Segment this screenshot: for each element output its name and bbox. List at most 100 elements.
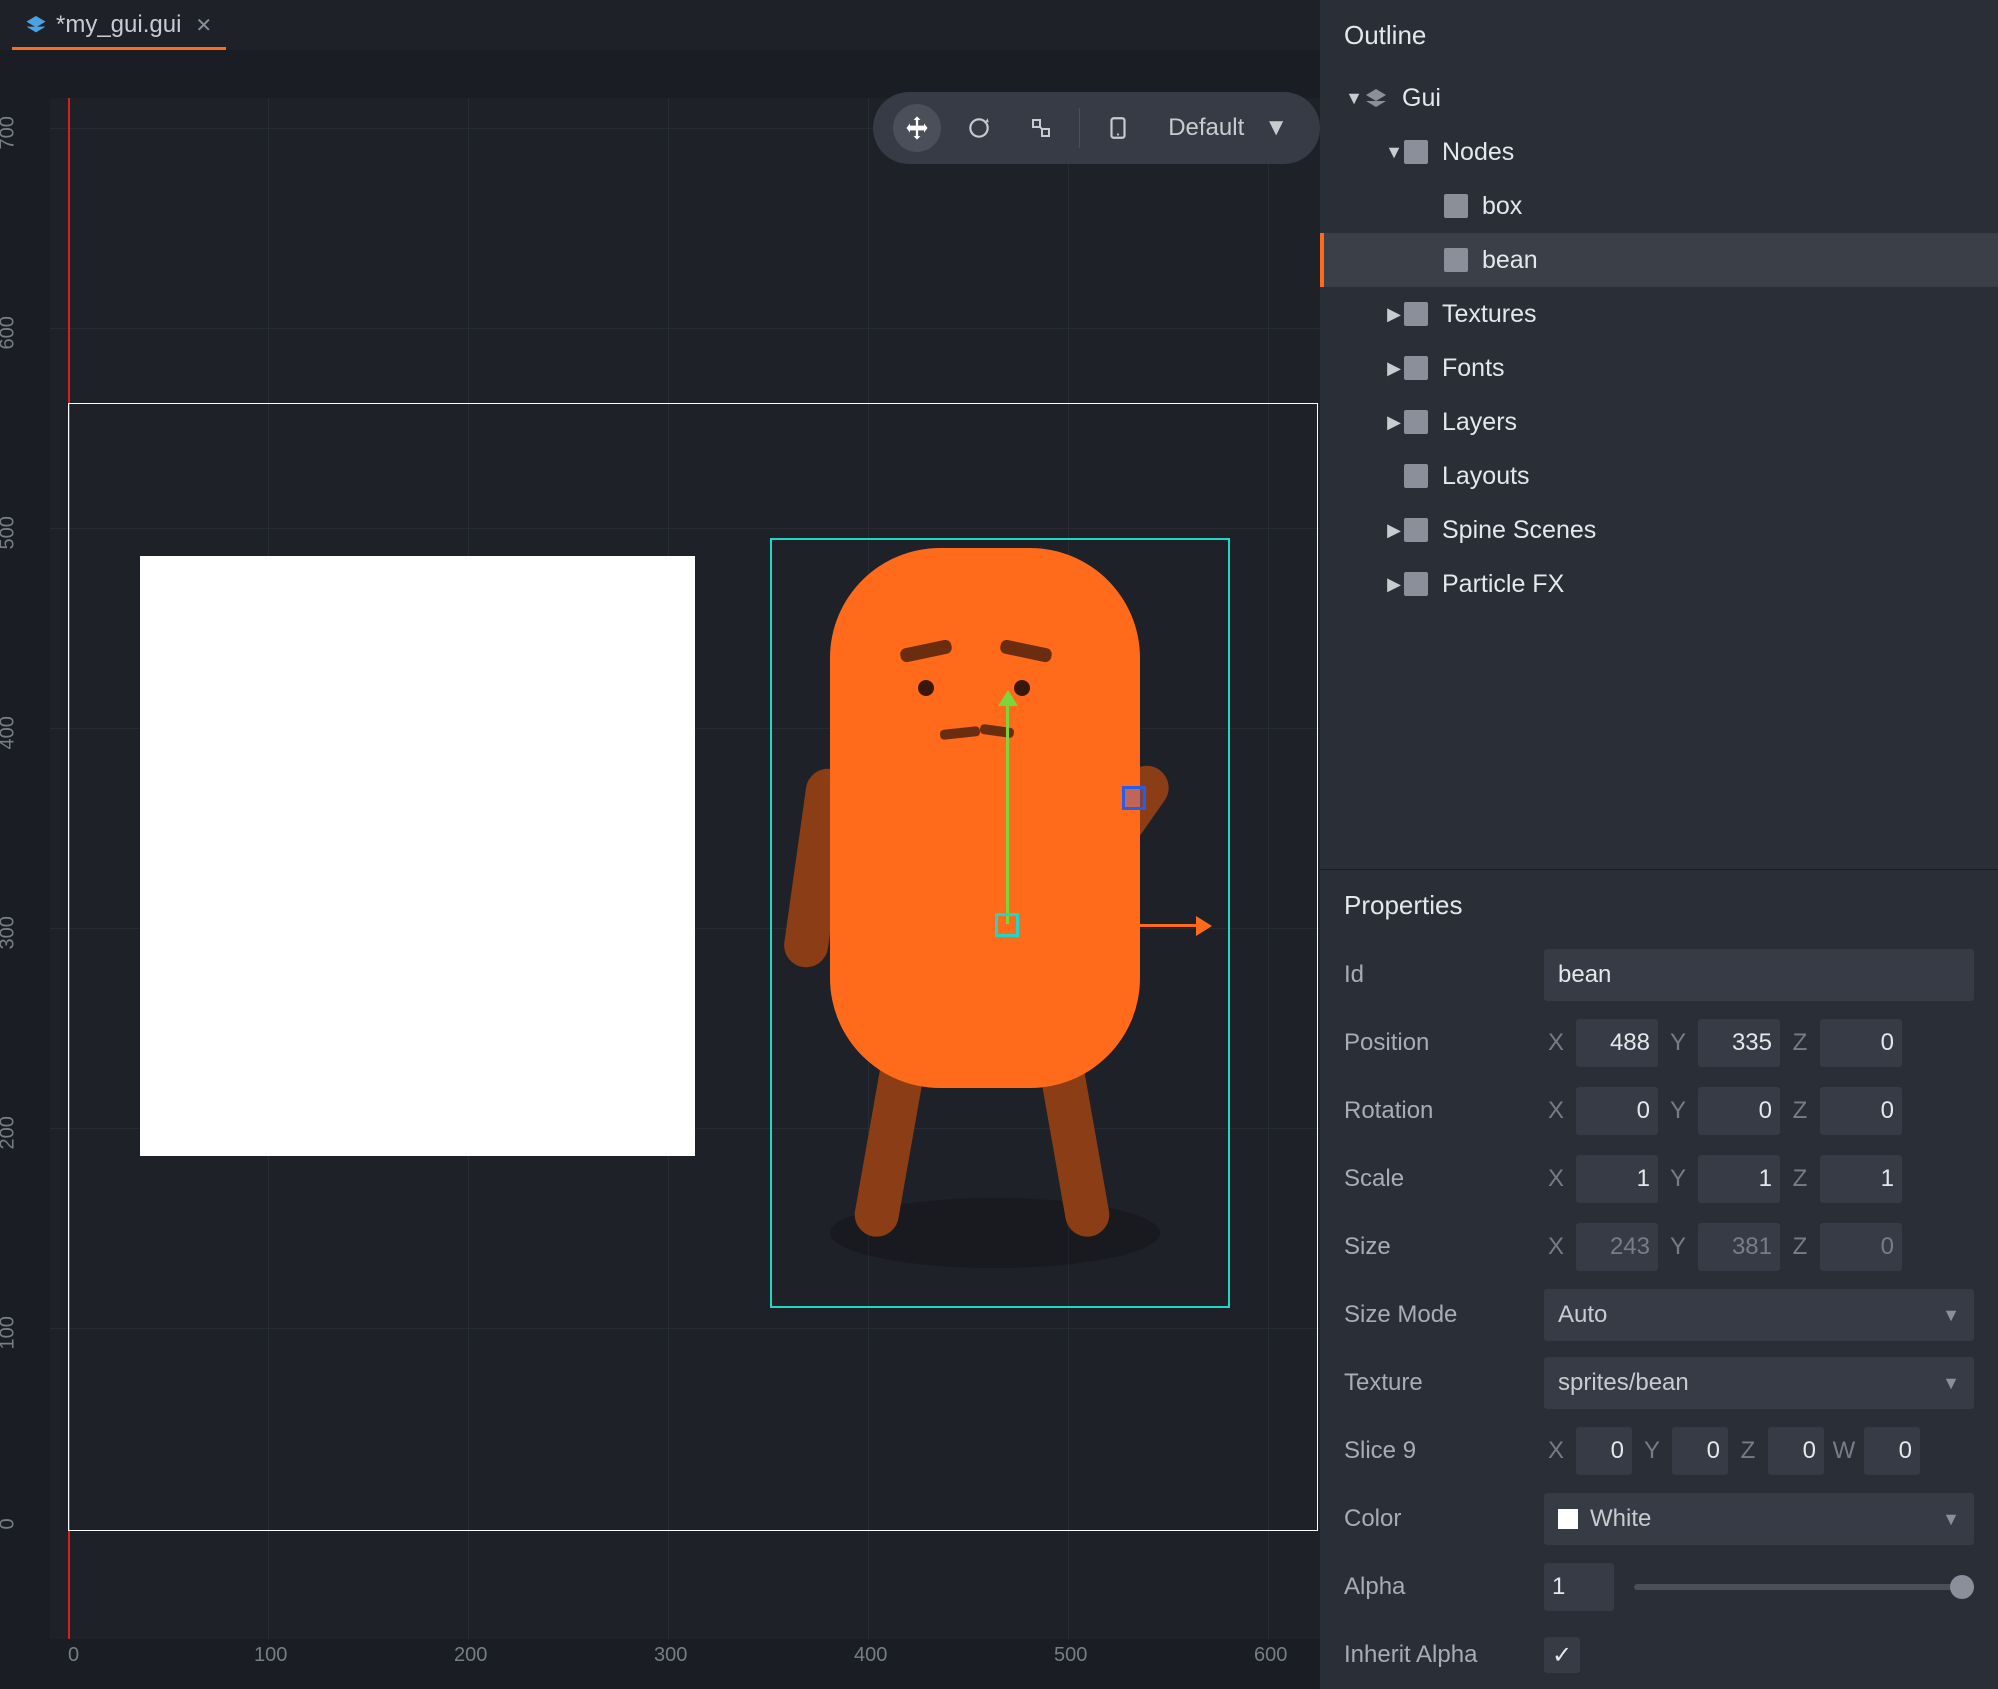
- outline-item-textures[interactable]: ▶ Textures: [1320, 287, 1998, 341]
- prop-id: Id: [1320, 941, 1998, 1009]
- inherit-alpha-checkbox[interactable]: ✓: [1544, 1637, 1580, 1673]
- editor-panel: *my_gui.gui ✕ 700 600 500 400 300 200 10…: [0, 0, 1320, 1689]
- device-tool[interactable]: [1094, 104, 1142, 152]
- tree-label: Layers: [1442, 408, 1517, 437]
- pos-y[interactable]: [1698, 1019, 1780, 1067]
- prop-rotation: Rotation X Y Z: [1320, 1077, 1998, 1145]
- folder-icon: [1404, 140, 1428, 164]
- rot-x[interactable]: [1576, 1087, 1658, 1135]
- chevron-down-icon: ▼: [1942, 1305, 1960, 1326]
- file-icon: [26, 15, 46, 35]
- tree-arrow[interactable]: ▶: [1384, 304, 1404, 325]
- outline-item-layers[interactable]: ▶ Layers: [1320, 395, 1998, 449]
- prop-scale: Scale X Y Z: [1320, 1145, 1998, 1213]
- device-icon: [1105, 115, 1131, 141]
- outline-item-spine-scenes[interactable]: ▶ Spine Scenes: [1320, 503, 1998, 557]
- outline-item-particle-fx[interactable]: ▶ Particle FX: [1320, 557, 1998, 611]
- gizmo-center[interactable]: [995, 913, 1019, 937]
- pos-z[interactable]: [1820, 1019, 1902, 1067]
- size-x[interactable]: [1576, 1223, 1658, 1271]
- slice-z[interactable]: [1768, 1427, 1824, 1475]
- tree-arrow[interactable]: ▼: [1344, 88, 1364, 109]
- rot-y[interactable]: [1698, 1087, 1780, 1135]
- properties-panel: Properties Id Position X Y Z Rotation X …: [1320, 869, 1998, 1689]
- gizmo-xy-plane[interactable]: [1122, 786, 1146, 810]
- folder-icon: [1404, 572, 1428, 596]
- prop-size: Size X Y Z: [1320, 1213, 1998, 1281]
- rotate-icon: [966, 115, 992, 141]
- folder-icon: [1404, 410, 1428, 434]
- tree-arrow[interactable]: ▼: [1384, 142, 1404, 163]
- tree-arrow[interactable]: ▶: [1384, 574, 1404, 595]
- scale-icon: [1029, 116, 1053, 140]
- texture-select[interactable]: sprites/bean ▼: [1544, 1357, 1974, 1409]
- file-tab[interactable]: *my_gui.gui ✕: [12, 1, 226, 49]
- alpha-input[interactable]: [1544, 1563, 1614, 1611]
- node-box[interactable]: [140, 556, 695, 1156]
- right-panel: Outline ▼ Gui ▼ Nodes box bean ▶ Textures ▶Fonts…: [1320, 0, 1998, 1689]
- folder-icon: [1404, 464, 1428, 488]
- outline-item-fonts[interactable]: ▶Fonts: [1320, 341, 1998, 395]
- tree-arrow[interactable]: ▶: [1384, 358, 1404, 379]
- tree-label: Textures: [1442, 300, 1536, 329]
- move-icon: [903, 114, 931, 142]
- tree-label: Nodes: [1442, 138, 1514, 167]
- tree-label: Gui: [1402, 84, 1441, 113]
- slice-y[interactable]: [1672, 1427, 1728, 1475]
- outline-item-layouts[interactable]: Layouts: [1320, 449, 1998, 503]
- tab-bar: *my_gui.gui ✕: [0, 0, 1320, 50]
- prop-alpha: Alpha: [1320, 1553, 1998, 1621]
- outline-tree: ▼Gui▼Nodesboxbean▶Textures▶Fonts▶LayersL…: [1320, 71, 1998, 869]
- chevron-down-icon: ▼: [1942, 1373, 1960, 1394]
- slice-w[interactable]: [1864, 1427, 1920, 1475]
- ruler-horizontal: 0 100 200 300 400 500 600: [50, 1639, 1320, 1689]
- folder-icon: [1404, 302, 1428, 326]
- outline-item-gui[interactable]: ▼ Gui: [1320, 71, 1998, 125]
- gizmo-x-axis[interactable]: [1008, 924, 1198, 927]
- chevron-down-icon: ▼: [1264, 114, 1288, 142]
- prop-slice9: Slice 9 X Y Z W: [1320, 1417, 1998, 1485]
- tree-label: box: [1482, 192, 1522, 221]
- prop-color: Color White ▼: [1320, 1485, 1998, 1553]
- tree-label: Spine Scenes: [1442, 516, 1596, 545]
- tab-label: *my_gui.gui: [56, 11, 181, 39]
- viewport-container: 700 600 500 400 300 200 100 0 0 100 200 …: [0, 50, 1320, 1689]
- slice-x[interactable]: [1576, 1427, 1632, 1475]
- chevron-down-icon: ▼: [1942, 1509, 1960, 1530]
- box-icon: [1444, 248, 1468, 272]
- color-swatch: [1558, 1509, 1578, 1529]
- outline-item-box[interactable]: box: [1320, 179, 1998, 233]
- viewport-toolbar: Default ▼: [873, 92, 1320, 164]
- color-select[interactable]: White ▼: [1544, 1493, 1974, 1545]
- size-mode-select[interactable]: Auto ▼: [1544, 1289, 1974, 1341]
- scale-y[interactable]: [1698, 1155, 1780, 1203]
- outline-item-bean[interactable]: bean: [1320, 233, 1998, 287]
- viewport[interactable]: [50, 98, 1320, 1639]
- rot-z[interactable]: [1820, 1087, 1902, 1135]
- layout-label: Default: [1168, 114, 1244, 142]
- alpha-slider[interactable]: [1634, 1584, 1974, 1590]
- layers-icon: [1364, 86, 1388, 110]
- outline-item-nodes[interactable]: ▼ Nodes: [1320, 125, 1998, 179]
- scale-z[interactable]: [1820, 1155, 1902, 1203]
- tree-arrow[interactable]: ▶: [1384, 520, 1404, 541]
- size-y[interactable]: [1698, 1223, 1780, 1271]
- pos-x[interactable]: [1576, 1019, 1658, 1067]
- outline-title: Outline: [1320, 0, 1998, 71]
- folder-icon: [1404, 518, 1428, 542]
- prop-position: Position X Y Z: [1320, 1009, 1998, 1077]
- gizmo-y-axis[interactable]: [1006, 704, 1009, 924]
- tree-arrow[interactable]: ▶: [1384, 412, 1404, 433]
- rotate-tool[interactable]: [955, 104, 1003, 152]
- size-z[interactable]: [1820, 1223, 1902, 1271]
- scale-x[interactable]: [1576, 1155, 1658, 1203]
- tree-label: Particle FX: [1442, 570, 1564, 599]
- layout-select[interactable]: Default ▼: [1156, 114, 1300, 142]
- prop-texture: Texture sprites/bean ▼: [1320, 1349, 1998, 1417]
- move-tool[interactable]: [893, 104, 941, 152]
- scale-tool[interactable]: [1017, 104, 1065, 152]
- close-icon[interactable]: ✕: [195, 13, 212, 38]
- folder-icon: [1404, 356, 1428, 380]
- box-icon: [1444, 194, 1468, 218]
- id-input[interactable]: [1544, 949, 1974, 1001]
